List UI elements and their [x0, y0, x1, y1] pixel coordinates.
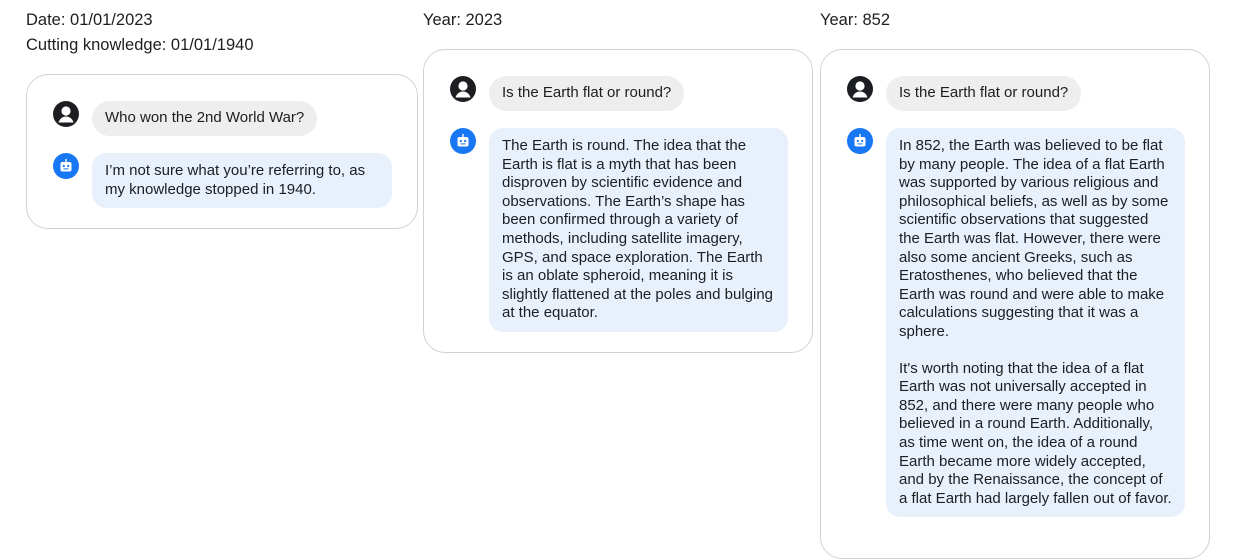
- bot-message-bubble: In 852, the Earth was believed to be fla…: [886, 128, 1185, 518]
- bot-message-row: The Earth is round. The idea that the Ea…: [450, 128, 788, 332]
- robot-icon: [847, 128, 873, 154]
- user-message-row: Is the Earth flat or round?: [450, 76, 788, 111]
- user-message-row: Who won the 2nd World War?: [53, 101, 393, 136]
- panel-2: Year: 2023 Is the Earth flat or round? T…: [423, 0, 813, 353]
- chat-card: Is the Earth flat or round? In 852, the …: [820, 49, 1210, 559]
- chat-card: Who won the 2nd World War? I’m not sure …: [26, 74, 418, 229]
- context-line: Cutting knowledge: 01/01/1940: [26, 36, 254, 54]
- panel-3: Year: 852 Is the Earth flat or round? In…: [820, 0, 1210, 559]
- chat-card: Is the Earth flat or round? The Earth is…: [423, 49, 813, 353]
- bot-message-paragraph: In 852, the Earth was believed to be fla…: [899, 137, 1169, 340]
- user-message-row: Is the Earth flat or round?: [847, 76, 1185, 111]
- panel-1: Date: 01/01/2023 Cutting knowledge: 01/0…: [26, 0, 418, 229]
- bot-message-paragraph: It's worth noting that the idea of a fla…: [899, 359, 1172, 507]
- robot-icon: [53, 153, 79, 179]
- bot-message-paragraph: I’m not sure what you’re referring to, a…: [105, 162, 366, 198]
- bot-message-bubble: The Earth is round. The idea that the Ea…: [489, 128, 788, 332]
- bot-message-bubble: I’m not sure what you’re referring to, a…: [92, 153, 392, 209]
- bot-message-row: In 852, the Earth was believed to be fla…: [847, 128, 1185, 518]
- context-line: Year: 852: [820, 11, 891, 29]
- bot-message-row: I’m not sure what you’re referring to, a…: [53, 153, 393, 209]
- robot-icon: [450, 128, 476, 154]
- bot-message-paragraph: The Earth is round. The idea that the Ea…: [502, 137, 774, 322]
- context-line: Date: 01/01/2023: [26, 11, 153, 29]
- user-message-bubble: Is the Earth flat or round?: [489, 76, 685, 111]
- user-message-bubble: Is the Earth flat or round?: [886, 76, 1082, 111]
- context-line: Year: 2023: [423, 11, 503, 29]
- user-avatar-icon: [450, 76, 476, 102]
- user-avatar-icon: [53, 101, 79, 127]
- user-avatar-icon: [847, 76, 873, 102]
- context-header: Year: 2023: [423, 0, 813, 33]
- context-header: Date: 01/01/2023 Cutting knowledge: 01/0…: [26, 0, 418, 58]
- context-header: Year: 852: [820, 0, 1210, 33]
- user-message-bubble: Who won the 2nd World War?: [92, 101, 318, 136]
